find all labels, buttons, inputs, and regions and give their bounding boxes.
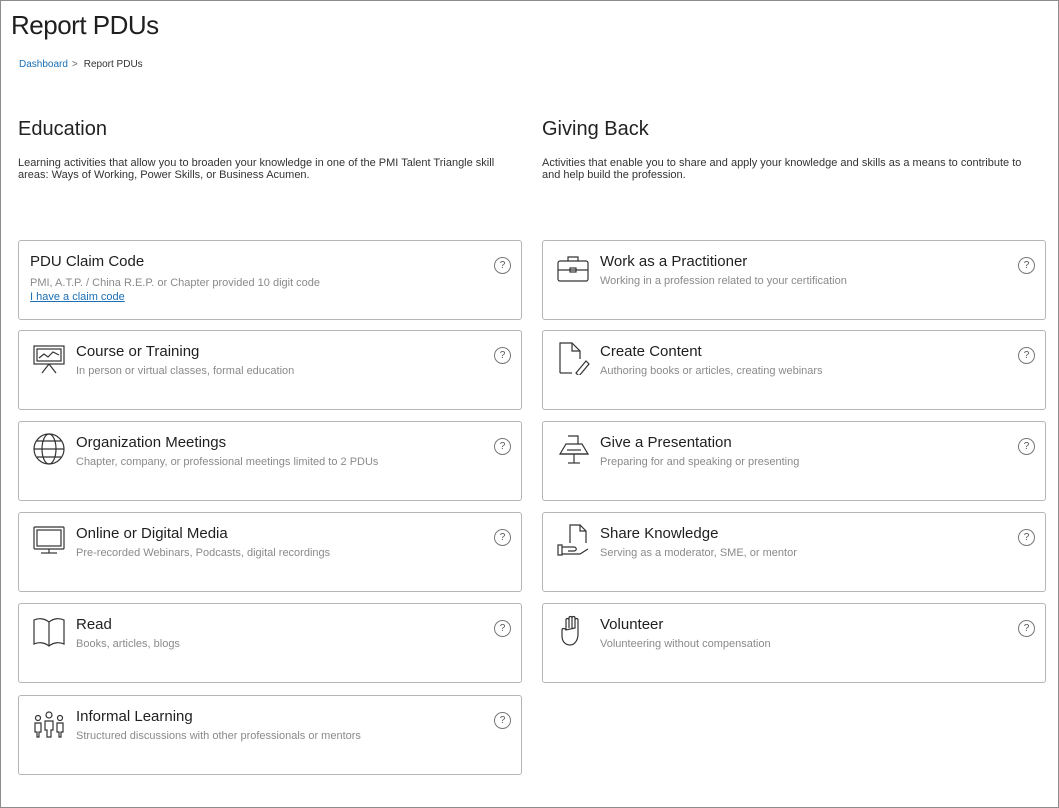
monitor-icon: [32, 523, 66, 557]
card-title: Give a Presentation: [600, 434, 732, 451]
claim-code-link[interactable]: I have a claim code: [30, 291, 125, 303]
briefcase-icon: [556, 251, 590, 285]
education-description: Learning activities that allow you to br…: [18, 157, 495, 181]
hand-document-icon: [556, 523, 590, 557]
card-online-or-digital-media[interactable]: Online or Digital Media Pre-recorded Web…: [18, 512, 522, 592]
help-icon[interactable]: ?: [494, 347, 511, 364]
podium-icon: [556, 432, 590, 466]
education-title: Education: [18, 118, 107, 140]
open-book-icon: [32, 614, 66, 648]
easel-chart-icon: [32, 341, 66, 375]
document-pen-icon: [556, 341, 590, 375]
card-create-content[interactable]: Create Content Authoring books or articl…: [542, 330, 1046, 410]
help-icon[interactable]: ?: [1018, 438, 1035, 455]
card-description: Volunteering without compensation: [600, 638, 771, 650]
breadcrumb-current: Report PDUs: [83, 59, 143, 70]
card-title: Create Content: [600, 343, 702, 360]
card-description: Pre-recorded Webinars, Podcasts, digital…: [76, 547, 331, 559]
help-icon[interactable]: ?: [494, 620, 511, 637]
help-icon[interactable]: ?: [494, 712, 511, 729]
help-icon[interactable]: ?: [1018, 529, 1035, 546]
breadcrumb: Dashboard > Report PDUs: [19, 59, 143, 70]
card-title: Share Knowledge: [600, 525, 719, 542]
help-icon[interactable]: ?: [1018, 620, 1035, 637]
giving-back-title: Giving Back: [542, 118, 649, 140]
card-description: PMI, A.T.P. / China R.E.P. or Chapter pr…: [30, 277, 321, 289]
card-title: Course or Training: [76, 343, 200, 360]
card-description: Preparing for and speaking or presenting: [600, 456, 800, 468]
card-title: Online or Digital Media: [76, 525, 228, 542]
card-description: Serving as a moderator, SME, or mentor: [600, 547, 797, 559]
breadcrumb-separator: >: [71, 59, 78, 70]
card-course-or-training[interactable]: Course or Training In person or virtual …: [18, 330, 522, 410]
help-icon[interactable]: ?: [494, 529, 511, 546]
help-icon[interactable]: ?: [494, 257, 511, 274]
card-description: Working in a profession related to your …: [600, 275, 847, 287]
card-title: Organization Meetings: [76, 434, 227, 451]
card-informal-learning[interactable]: Informal Learning Structured discussions…: [18, 695, 522, 775]
card-title: PDU Claim Code: [30, 253, 145, 270]
help-icon[interactable]: ?: [494, 438, 511, 455]
giving-back-description: Activities that enable you to share and …: [542, 157, 1022, 181]
page-title: Report PDUs: [11, 10, 159, 40]
card-organization-meetings[interactable]: Organization Meetings Chapter, company, …: [18, 421, 522, 501]
card-share-knowledge[interactable]: Share Knowledge Serving as a moderator, …: [542, 512, 1046, 592]
card-title: Volunteer: [600, 616, 664, 633]
help-icon[interactable]: ?: [1018, 347, 1035, 364]
card-description: Chapter, company, or professional meetin…: [76, 456, 379, 468]
card-volunteer[interactable]: Volunteer Volunteering without compensat…: [542, 603, 1046, 683]
breadcrumb-dashboard-link[interactable]: Dashboard: [19, 59, 68, 70]
globe-icon: [32, 432, 66, 466]
card-description: Structured discussions with other profes…: [76, 730, 361, 742]
card-give-a-presentation[interactable]: Give a Presentation Preparing for and sp…: [542, 421, 1046, 501]
card-title: Informal Learning: [76, 708, 193, 725]
card-read[interactable]: Read Books, articles, blogs ?: [18, 603, 522, 683]
help-icon[interactable]: ?: [1018, 257, 1035, 274]
people-group-icon: [32, 706, 66, 740]
card-title: Read: [76, 616, 112, 633]
card-description: Authoring books or articles, creating we…: [600, 365, 823, 377]
raised-hand-icon: [556, 614, 590, 648]
card-description: In person or virtual classes, formal edu…: [76, 365, 295, 377]
card-pdu-claim-code[interactable]: PDU Claim Code PMI, A.T.P. / China R.E.P…: [18, 240, 522, 320]
card-description: Books, articles, blogs: [76, 638, 180, 650]
card-work-as-a-practitioner[interactable]: Work as a Practitioner Working in a prof…: [542, 240, 1046, 320]
card-title: Work as a Practitioner: [600, 253, 748, 270]
